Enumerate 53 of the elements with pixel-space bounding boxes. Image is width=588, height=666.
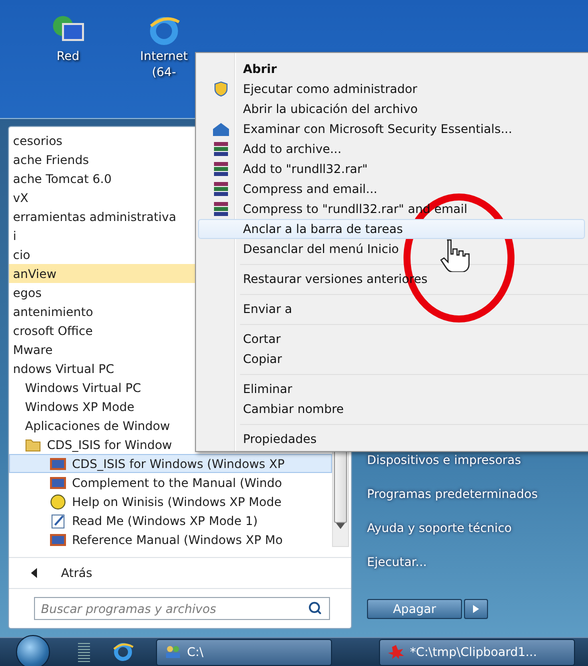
menu-item[interactable]: Anclar a la barra de tareas bbox=[198, 219, 585, 239]
program-icon bbox=[50, 456, 66, 470]
users-icon bbox=[165, 645, 181, 659]
program-item[interactable]: Help on Winisis (Windows XP Mode bbox=[9, 492, 332, 511]
taskbar-button[interactable]: C:\ bbox=[156, 638, 332, 666]
house-icon bbox=[212, 121, 230, 137]
desktop-icon-label: Red bbox=[56, 48, 80, 64]
start-menu-link[interactable]: Ayuda y soporte técnico bbox=[367, 511, 588, 545]
books-icon bbox=[213, 201, 229, 217]
start-menu-link[interactable]: Ejecutar... bbox=[367, 545, 588, 579]
start-menu-link[interactable]: Programas predeterminados bbox=[367, 477, 588, 511]
caret-left-icon bbox=[31, 568, 37, 578]
menu-item[interactable]: Cortar bbox=[198, 329, 585, 349]
help-icon bbox=[50, 494, 66, 510]
books-icon bbox=[213, 141, 229, 157]
menu-item[interactable]: Cambiar nombre bbox=[198, 399, 585, 419]
menu-item[interactable]: Compress and email... bbox=[198, 179, 585, 199]
back-button[interactable]: Atrás bbox=[9, 557, 351, 589]
menu-item[interactable]: Examinar con Microsoft Security Essentials... bbox=[198, 119, 585, 139]
menu-item[interactable]: Copiar bbox=[198, 349, 585, 369]
menu-item[interactable]: Ejecutar como administrador bbox=[198, 79, 585, 99]
hand-cursor-icon bbox=[438, 238, 472, 272]
taskbar-button[interactable]: *C:\tmp\Clipboard1... bbox=[379, 638, 575, 666]
menu-item[interactable]: Enviar a bbox=[198, 299, 585, 319]
menu-item[interactable]: Add to archive... bbox=[198, 139, 585, 159]
shutdown-button[interactable]: Apagar bbox=[367, 599, 462, 619]
caret-right-icon bbox=[473, 605, 479, 613]
program-icon bbox=[50, 476, 66, 490]
desktop-icon-label: Internet bbox=[140, 48, 188, 64]
document-icon bbox=[50, 512, 66, 528]
menu-item[interactable]: Add to "rundll32.rar" bbox=[198, 159, 585, 179]
menu-item[interactable]: Abrir la ubicación del archivo bbox=[198, 99, 585, 119]
search-field[interactable]: Buscar programas y archivos bbox=[34, 597, 330, 620]
menu-item[interactable]: Propiedades bbox=[198, 429, 585, 449]
books-icon bbox=[213, 181, 229, 197]
splash-icon bbox=[388, 645, 404, 659]
menu-item[interactable]: Abrir bbox=[198, 59, 585, 79]
shutdown-options-button[interactable] bbox=[464, 599, 488, 619]
search-icon bbox=[308, 601, 322, 615]
books-icon bbox=[213, 161, 229, 177]
program-icon bbox=[50, 532, 66, 546]
folder-icon bbox=[25, 438, 41, 452]
shield-icon bbox=[213, 81, 229, 97]
start-button[interactable] bbox=[16, 635, 50, 666]
desktop-icon-label: (64- bbox=[152, 64, 176, 80]
program-item[interactable]: Read Me (Windows XP Mode 1) bbox=[9, 511, 332, 530]
browser-icon bbox=[147, 14, 181, 48]
menu-item[interactable]: Desanclar del menú Inicio bbox=[198, 239, 585, 259]
menu-item[interactable]: Eliminar bbox=[198, 379, 585, 399]
program-item[interactable]: Reference Manual (Windows XP Mo bbox=[9, 530, 332, 549]
program-item[interactable]: CDS_ISIS for Windows (Windows XP bbox=[9, 454, 332, 473]
program-item[interactable]: Complement to the Manual (Windo bbox=[9, 473, 332, 492]
browser-icon bbox=[112, 641, 134, 663]
